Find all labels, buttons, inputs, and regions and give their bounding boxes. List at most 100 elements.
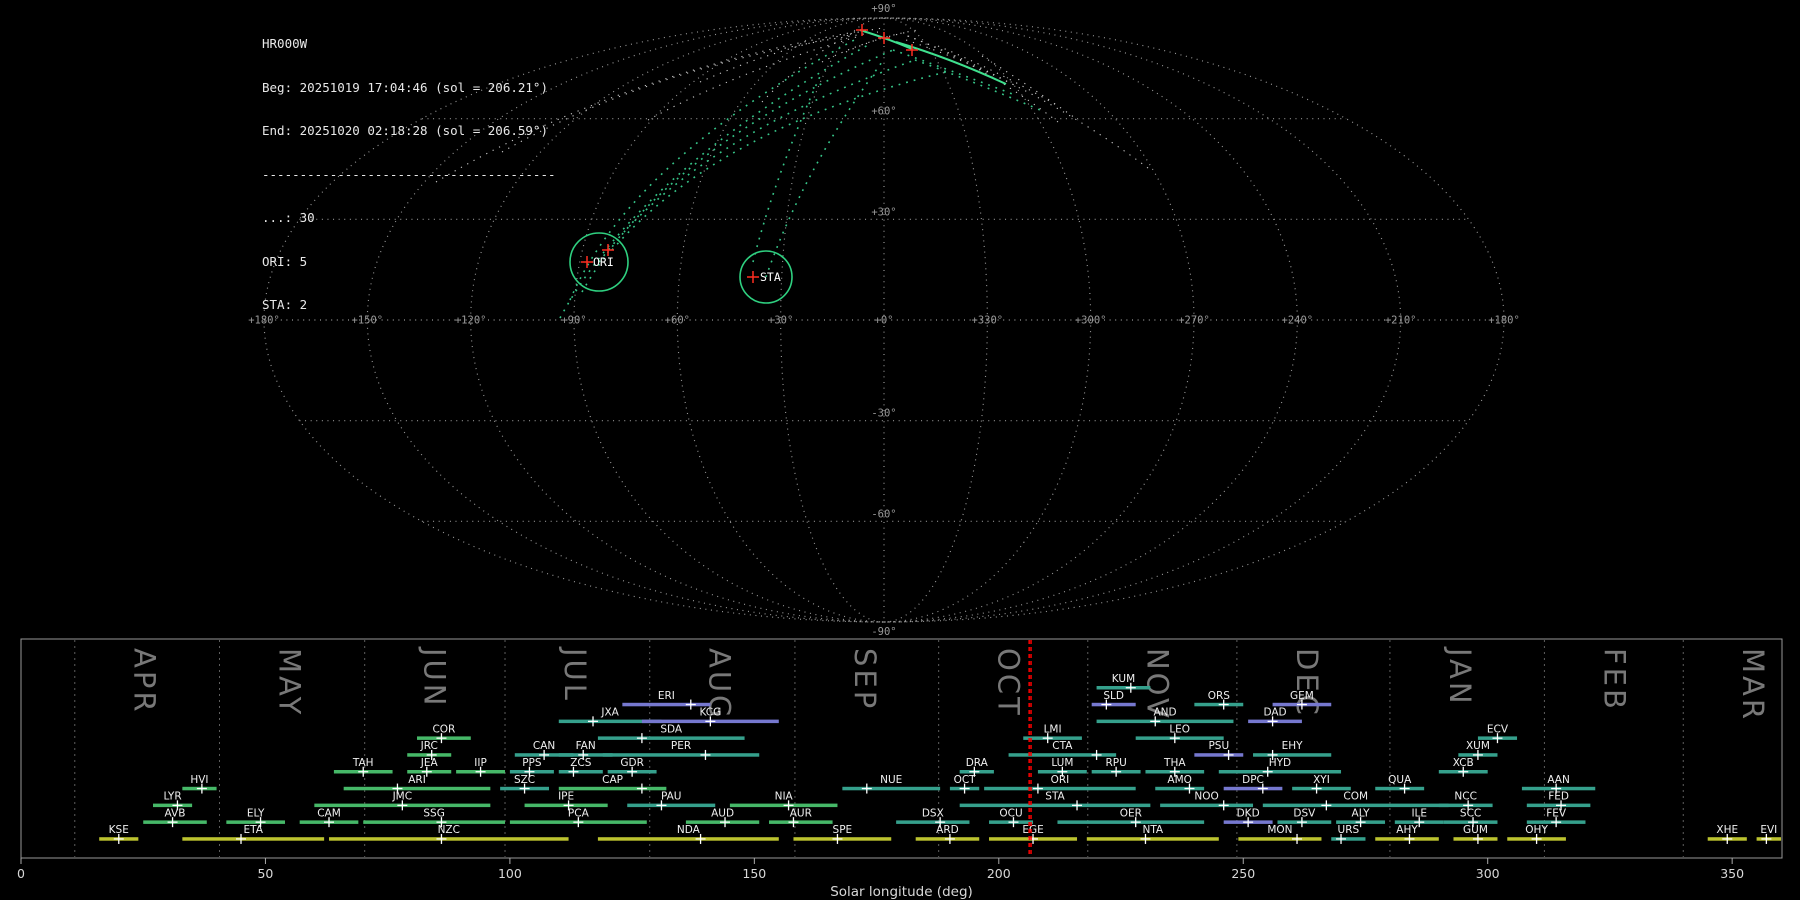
shower-label-hvi: HVI [190,774,208,786]
x-axis-tick-label: 200 [987,866,1011,881]
shower-label-leo: LEO [1169,723,1190,735]
shower-label-ori: ORI [1051,774,1070,786]
shower-label-pps: PPS [522,757,542,769]
shower-bar-eta [182,837,325,841]
shower-label-aud: AUD [711,807,734,819]
shower-label-aan: AAN [1547,774,1570,786]
observation-header: HR000W Beg: 20251019 17:04:46 (sol = 206… [262,8,556,342]
shower-label-avb: AVB [165,807,186,819]
x-axis-title: Solar longitude (deg) [830,884,973,900]
x-axis-tick-label: 150 [742,866,766,881]
shower-label-amo: AMO [1167,774,1192,786]
month-label: SEP [848,648,882,711]
x-axis-tick-label: 350 [1720,866,1744,881]
shower-label-mon: MON [1267,824,1292,836]
shower-bar-sld [1091,702,1136,707]
shower-label-per: PER [671,740,691,752]
month-label: JUN [418,646,452,708]
shower-label-com: COM [1343,791,1368,803]
shower-label-lmi: LMI [1044,723,1062,735]
shower-label-xyi: XYI [1313,774,1330,786]
shower-bar-aur [769,820,833,824]
shower-bar-nta [1086,837,1219,841]
shower-label-jrc: JRC [420,740,438,752]
shower-label-evi: EVI [1760,824,1777,836]
station-id: HR000W [262,36,308,51]
shower-label-qua: QUA [1388,774,1412,786]
shower-label-dsv: DSV [1293,807,1316,819]
shower-label-jea: JEA [420,757,439,769]
shower-label-scc: SCC [1460,807,1481,819]
shower-bar-and [1096,719,1234,724]
shower-label-sta: STA [1045,791,1065,803]
x-axis-tick-label: 100 [498,866,522,881]
shower-label-nda: NDA [677,824,701,836]
month-label: FEB [1597,648,1631,712]
shower-bar-mon [1238,837,1322,841]
shower-label-ipe: IPE [558,791,574,803]
shower-label-eri: ERI [658,690,675,702]
month-label: MAY [272,648,306,717]
shower-label-fed: FED [1548,791,1569,803]
end-time: End: 20251020 02:18:28 (sol = 206.59°) [262,123,548,138]
shower-label-ari: ARI [408,774,426,786]
shower-label-fan: FAN [576,740,596,752]
month-label: MAR [1736,648,1770,722]
shower-bar-nzc [329,837,569,841]
month-label: JUL [558,646,592,703]
begin-time: Beg: 20251019 17:04:46 (sol = 206.21°) [262,79,548,95]
shower-label-hyd: HYD [1269,757,1291,769]
shower-label-spe: SPE [833,824,853,836]
shower-label-eta: ETA [244,824,264,836]
shower-label-kum: KUM [1112,673,1135,685]
shower-label-ors: ORS [1208,690,1231,702]
shower-bar-ari [343,786,491,791]
shower-label-dad: DAD [1263,707,1286,719]
shower-label-ocu: OCU [999,807,1022,819]
month-label: APR [128,648,162,714]
shower-label-sda: SDA [660,723,683,735]
x-axis-tick-label: 250 [1231,866,1255,881]
shower-bar-pau [627,803,716,808]
shower-label-jxa: JXA [600,707,619,719]
shower-bar-ssg [363,820,506,824]
count-sta: STA: 2 [262,297,308,312]
shower-bar-nda [597,837,779,841]
shower-label-lyr: LYR [163,791,181,803]
shower-label-ahy: AHY [1396,824,1418,836]
shower-label-ncc: NCC [1454,791,1477,803]
shower-label-gum: GUM [1463,824,1488,836]
shower-label-oer: OER [1120,807,1142,819]
x-axis-tick-label: 300 [1476,866,1500,881]
shower-label-ard: ARD [936,824,959,836]
shower-label-noo: NOO [1194,791,1218,803]
count-ori: ORI: 5 [262,253,308,269]
shower-label-dra: DRA [966,757,989,769]
shower-bar-nue [842,786,941,791]
separator-line: --------------------------------------- [262,166,556,182]
shower-label-pau: PAU [661,791,682,803]
shower-bar-ehy [1253,753,1332,757]
shower-bar-eri [622,702,711,707]
shower-bar-cap [558,786,667,791]
meteor-observation-screen: ORI STA +90° -90° +60° +30° -30° -60° +180° +150°… [0,0,1800,900]
count-sporadic: ...: 30 [262,210,315,225]
month-label: DEC [1290,648,1324,718]
shower-label-nia: NIA [775,791,794,803]
shower-bar-zcs [558,770,603,774]
shower-label-cta: CTA [1052,740,1073,752]
shower-label-cap: CAP [602,774,623,786]
shower-label-ely: ELY [247,807,265,819]
shower-label-ehy: EHY [1282,740,1304,752]
month-label: OCT [992,648,1026,718]
shower-label-psu: PSU [1208,740,1229,752]
x-axis-tick-label: 50 [257,866,273,881]
shower-label-nue: NUE [880,774,902,786]
shower-bar-dpc [1223,786,1283,791]
shower-label-dpc: DPC [1242,774,1264,786]
shower-label-and: AND [1153,707,1176,719]
month-label: JAN [1443,646,1477,707]
shower-bar-psu [1194,753,1244,757]
shower-label-cor: COR [432,723,455,735]
x-axis-tick-label: 0 [17,866,25,881]
